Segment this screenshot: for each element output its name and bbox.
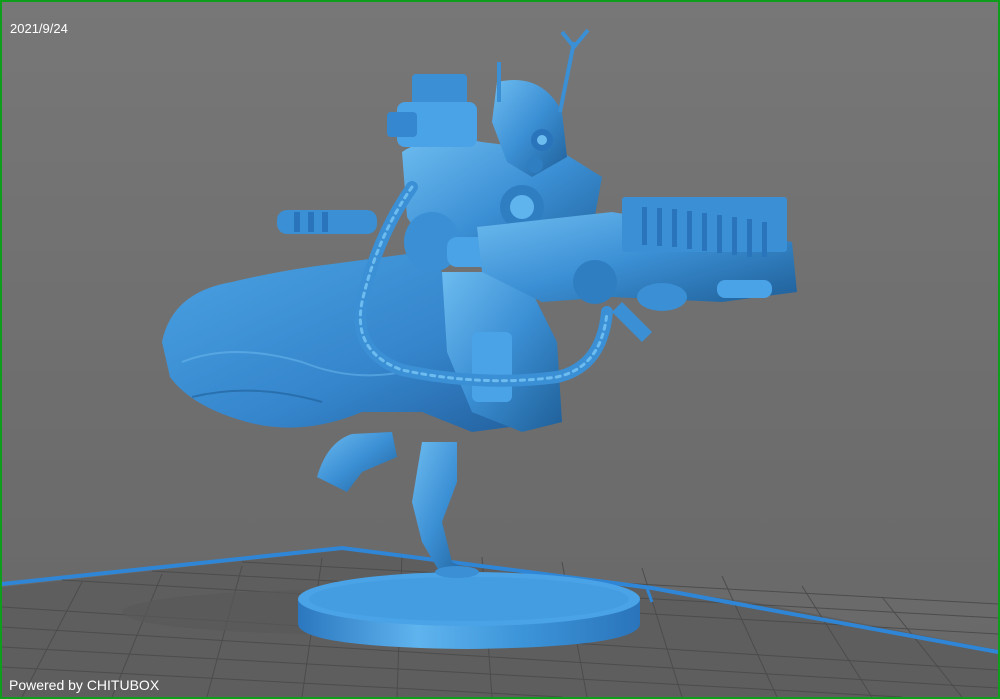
scene-canvas xyxy=(2,28,998,697)
model-base xyxy=(298,572,640,649)
figure-model xyxy=(162,28,797,578)
date-label: 2021/9/24 xyxy=(10,21,68,36)
powered-by-label: Powered by CHITUBOX xyxy=(9,677,160,693)
model-viewport[interactable]: 2021/9/24 Powered by CHITUBOX xyxy=(2,2,998,697)
